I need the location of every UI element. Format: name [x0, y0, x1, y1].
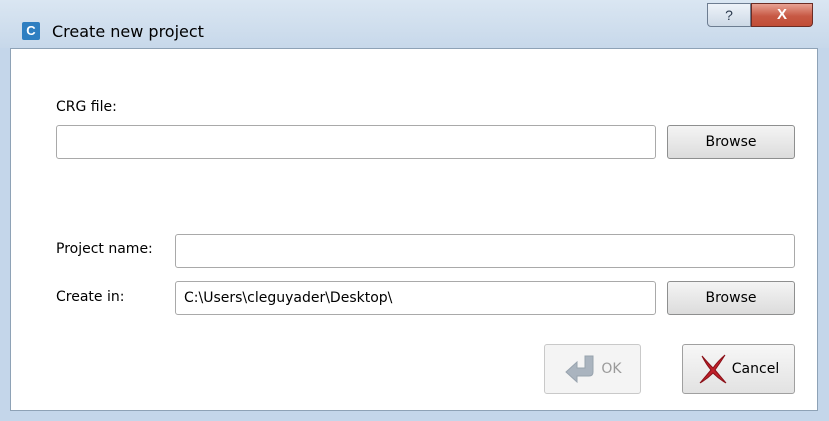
crg-file-label: CRG file:	[56, 99, 117, 115]
close-icon: X	[776, 6, 787, 23]
title-bar[interactable]: C Create new project ? X	[0, 0, 829, 48]
project-name-input[interactable]	[175, 234, 795, 268]
crg-browse-button[interactable]: Browse	[667, 125, 795, 159]
close-button[interactable]: X	[751, 3, 813, 27]
project-name-label: Project name:	[56, 241, 153, 257]
crg-file-input[interactable]	[56, 125, 656, 159]
create-in-input[interactable]	[175, 281, 656, 315]
ok-button[interactable]: OK	[544, 344, 641, 394]
cancel-x-icon	[699, 354, 727, 384]
dialog-body: CRG file: Browse Project name: Create in…	[10, 48, 818, 411]
app-icon: C	[22, 22, 40, 40]
create-in-browse-button[interactable]: Browse	[667, 281, 795, 315]
cancel-label: Cancel	[731, 361, 780, 377]
help-icon: ?	[725, 7, 733, 23]
create-in-label: Create in:	[56, 289, 125, 305]
window-title: Create new project	[52, 22, 204, 41]
ok-label: OK	[601, 361, 622, 377]
ok-arrow-icon	[565, 355, 594, 384]
help-button[interactable]: ?	[707, 3, 751, 27]
cancel-button[interactable]: Cancel	[682, 344, 795, 394]
